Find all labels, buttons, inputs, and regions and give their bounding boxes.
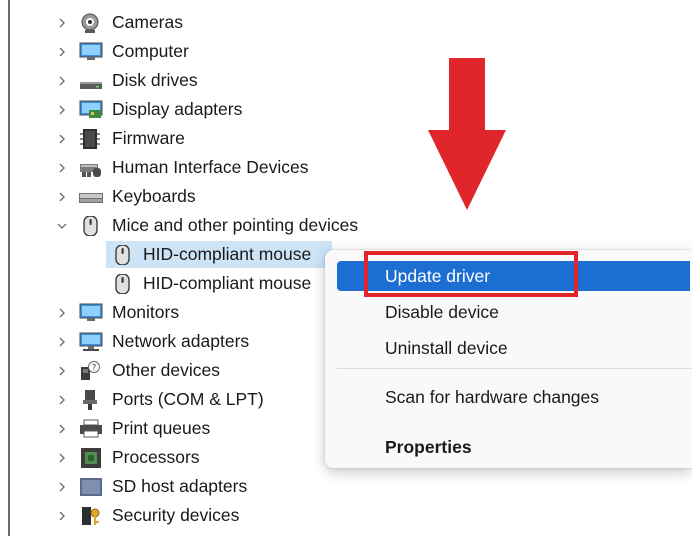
tree-item-security-devices[interactable]: Security devices: [0, 501, 692, 530]
device-manager-view: Cameras Computer Disk drives Display ada…: [0, 0, 692, 536]
mouse-icon: [111, 273, 135, 295]
chevron-right-icon[interactable]: [56, 414, 68, 443]
chevron-right-icon[interactable]: [56, 327, 68, 356]
tree-item-label: Computer: [112, 41, 189, 61]
tree-item-keyboards[interactable]: Keyboards: [0, 182, 692, 211]
tree-item-label: Monitors: [112, 302, 180, 322]
tree-item-label: Processors: [112, 447, 200, 467]
menu-item-disable-device[interactable]: Disable device: [325, 295, 692, 329]
chevron-right-icon[interactable]: [56, 443, 68, 472]
tree-item-disk-drives[interactable]: Disk drives: [0, 66, 692, 95]
mouse-icon: [111, 244, 135, 266]
chevron-right-icon[interactable]: [56, 385, 68, 414]
camera-icon: [79, 13, 103, 33]
hid-icon: [79, 158, 103, 178]
processor-icon: [79, 448, 103, 468]
security-device-icon: [79, 506, 103, 526]
tree-item-mice[interactable]: Mice and other pointing devices: [0, 211, 692, 240]
chevron-right-icon[interactable]: [56, 66, 68, 95]
tree-item-label: Human Interface Devices: [112, 157, 309, 177]
menu-separator: [337, 368, 692, 369]
svg-text:?: ?: [92, 364, 97, 374]
tree-item-label: HID-compliant mouse: [143, 244, 312, 264]
tree-item-cameras[interactable]: Cameras: [0, 8, 692, 37]
menu-item-label: Scan for hardware changes: [385, 387, 600, 407]
port-icon: [79, 390, 103, 410]
tree-item-firmware[interactable]: Firmware: [0, 124, 692, 153]
firmware-icon: [79, 129, 103, 149]
printer-icon: [79, 419, 103, 439]
tree-item-label: Keyboards: [112, 186, 196, 206]
chevron-right-icon[interactable]: [56, 124, 68, 153]
chevron-right-icon[interactable]: [56, 37, 68, 66]
keyboard-icon: [79, 187, 103, 207]
tree-item-label: Ports (COM & LPT): [112, 389, 264, 409]
tree-item-label: HID-compliant mouse: [143, 273, 312, 293]
red-down-arrow-icon: [428, 58, 506, 210]
tree-item-label: Other devices: [112, 360, 220, 380]
chevron-right-icon[interactable]: [56, 356, 68, 385]
sd-adapter-icon: [79, 477, 103, 497]
tree-item-label: Print queues: [112, 418, 211, 438]
menu-item-label: Disable device: [385, 302, 499, 322]
tree-item-label: Mice and other pointing devices: [112, 215, 359, 235]
chevron-right-icon[interactable]: [56, 182, 68, 211]
other-devices-icon: ?: [79, 361, 103, 381]
tree-item-human-interface-devices[interactable]: Human Interface Devices: [0, 153, 692, 182]
menu-item-properties[interactable]: Properties: [325, 430, 692, 464]
tree-item-label: Disk drives: [112, 70, 198, 90]
network-adapter-icon: [79, 332, 103, 352]
menu-item-scan-hardware[interactable]: Scan for hardware changes: [325, 380, 692, 414]
chevron-right-icon[interactable]: [56, 298, 68, 327]
display-adapter-icon: [79, 100, 103, 120]
tree-item-label: Display adapters: [112, 99, 243, 119]
chevron-right-icon[interactable]: [56, 95, 68, 124]
menu-item-label: Properties: [385, 437, 472, 457]
tree-item-computer[interactable]: Computer: [0, 37, 692, 66]
tree-item-label: Network adapters: [112, 331, 250, 351]
tree-item-label: Cameras: [112, 12, 183, 32]
annotation-highlight-box: [364, 251, 578, 297]
menu-item-label: Uninstall device: [385, 338, 508, 358]
tree-item-label: SD host adapters: [112, 476, 248, 496]
chevron-right-icon[interactable]: [56, 501, 68, 530]
computer-icon: [79, 42, 103, 62]
monitor-icon: [79, 303, 103, 323]
mouse-icon: [79, 215, 103, 237]
chevron-right-icon[interactable]: [56, 153, 68, 182]
tree-item-label: Security devices: [112, 505, 240, 525]
disk-drive-icon: [79, 71, 103, 91]
menu-item-uninstall-device[interactable]: Uninstall device: [325, 331, 692, 365]
tree-item-label: Firmware: [112, 128, 185, 148]
tree-item-sd-host-adapters[interactable]: SD host adapters: [0, 472, 692, 501]
chevron-down-icon[interactable]: [56, 211, 68, 240]
tree-item-display-adapters[interactable]: Display adapters: [0, 95, 692, 124]
chevron-right-icon[interactable]: [56, 8, 68, 37]
chevron-right-icon[interactable]: [56, 472, 68, 501]
